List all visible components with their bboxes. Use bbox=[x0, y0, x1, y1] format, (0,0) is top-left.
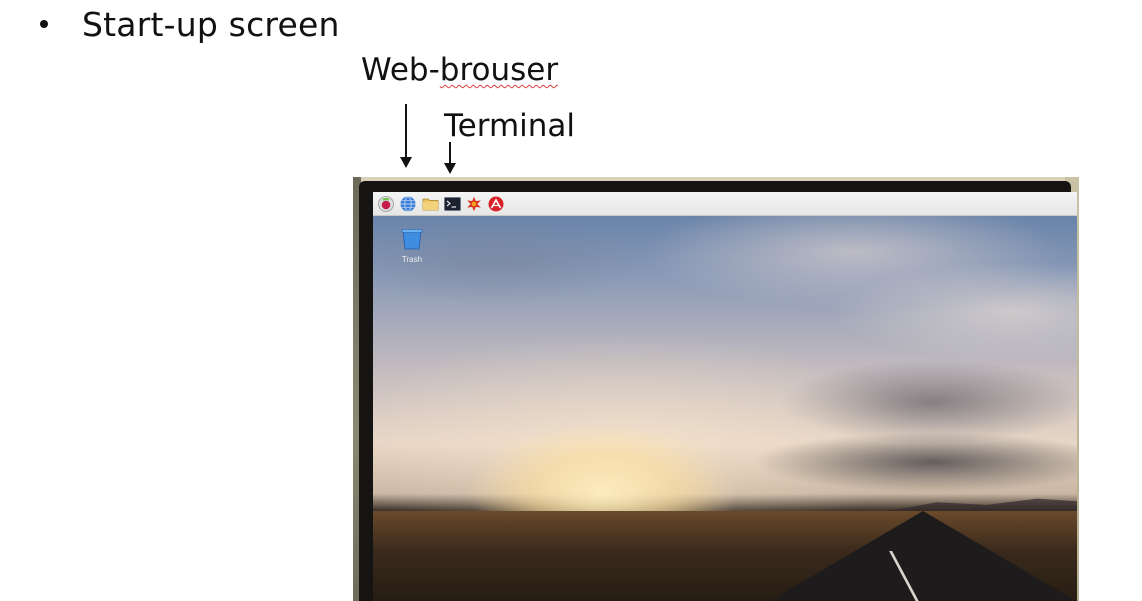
desktop-item-label: Trash bbox=[401, 255, 423, 264]
raspberry-menu-icon[interactable] bbox=[377, 195, 395, 213]
web-browser-arrow bbox=[400, 104, 412, 168]
bullet-item: Start-up screen bbox=[40, 0, 340, 48]
terminal-arrow bbox=[444, 142, 456, 174]
desktop-screen: Trash bbox=[373, 192, 1077, 601]
mathematica-icon[interactable] bbox=[487, 195, 505, 213]
monitor-bezel: Trash bbox=[359, 181, 1077, 601]
trash-icon bbox=[401, 229, 423, 250]
web-browser-annotation-prefix: Web- bbox=[361, 52, 440, 88]
desktop-photo: Trash bbox=[353, 177, 1079, 601]
desktop-item-trash[interactable]: Trash bbox=[395, 228, 429, 264]
web-browser-annotation: Web-brouser bbox=[361, 52, 558, 88]
terminal-icon[interactable] bbox=[443, 195, 461, 213]
wallpaper-cloud bbox=[753, 432, 1077, 492]
file-manager-icon[interactable] bbox=[421, 195, 439, 213]
terminal-annotation: Terminal bbox=[444, 108, 576, 144]
web-browser-annotation-word: brouser bbox=[439, 52, 559, 88]
wallpaper-road bbox=[753, 511, 1077, 601]
wolfram-icon[interactable] bbox=[465, 195, 483, 213]
web-browser-icon[interactable] bbox=[399, 195, 417, 213]
bullet-text: Start-up screen bbox=[82, 4, 340, 44]
bullet-dot bbox=[40, 20, 48, 28]
taskbar bbox=[373, 192, 1077, 216]
